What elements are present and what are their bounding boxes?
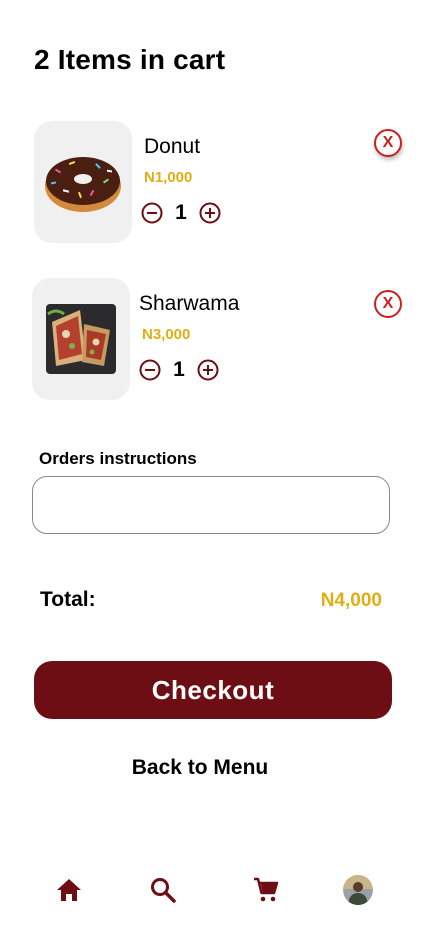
item-thumbnail [32,278,130,400]
search-icon [151,878,176,903]
nav-home[interactable] [47,868,91,912]
back-to-menu-link[interactable]: Back to Menu [0,756,400,780]
item-thumbnail [34,121,132,243]
home-icon [57,879,81,901]
total-value: N4,000 [320,590,382,611]
donut-image [45,157,121,212]
cart-item-donut: Donut N1,000 1 X [0,121,430,245]
total-label: Total: [40,588,96,611]
minus-circle-icon[interactable] [141,202,163,224]
nav-profile[interactable] [336,868,380,912]
remove-item-button[interactable]: X [374,290,402,318]
nav-search[interactable] [141,868,185,912]
item-price: N3,000 [142,326,191,343]
plus-circle-icon[interactable] [197,359,219,381]
quantity-value: 1 [173,358,185,381]
item-name: Donut [144,135,201,158]
page-title: 2 Items in cart [34,44,226,75]
sharwama-image [46,304,116,374]
quantity-value: 1 [175,201,187,224]
item-name: Sharwama [139,292,240,315]
quantity-stepper: 1 [139,358,219,382]
instructions-field[interactable] [32,476,390,534]
item-price: N1,000 [144,169,193,186]
instructions-label: Orders instructions [39,449,197,468]
cart-item-sharwama: Sharwama N3,000 1 X [0,278,430,402]
plus-circle-icon[interactable] [199,202,221,224]
checkout-button[interactable]: Checkout [34,661,392,719]
remove-item-button[interactable]: X [374,129,402,157]
minus-circle-icon[interactable] [139,359,161,381]
bottom-nav [0,868,430,912]
profile-avatar [343,875,373,905]
cart-icon [254,877,279,902]
nav-cart[interactable] [244,868,288,912]
quantity-stepper: 1 [141,201,221,225]
